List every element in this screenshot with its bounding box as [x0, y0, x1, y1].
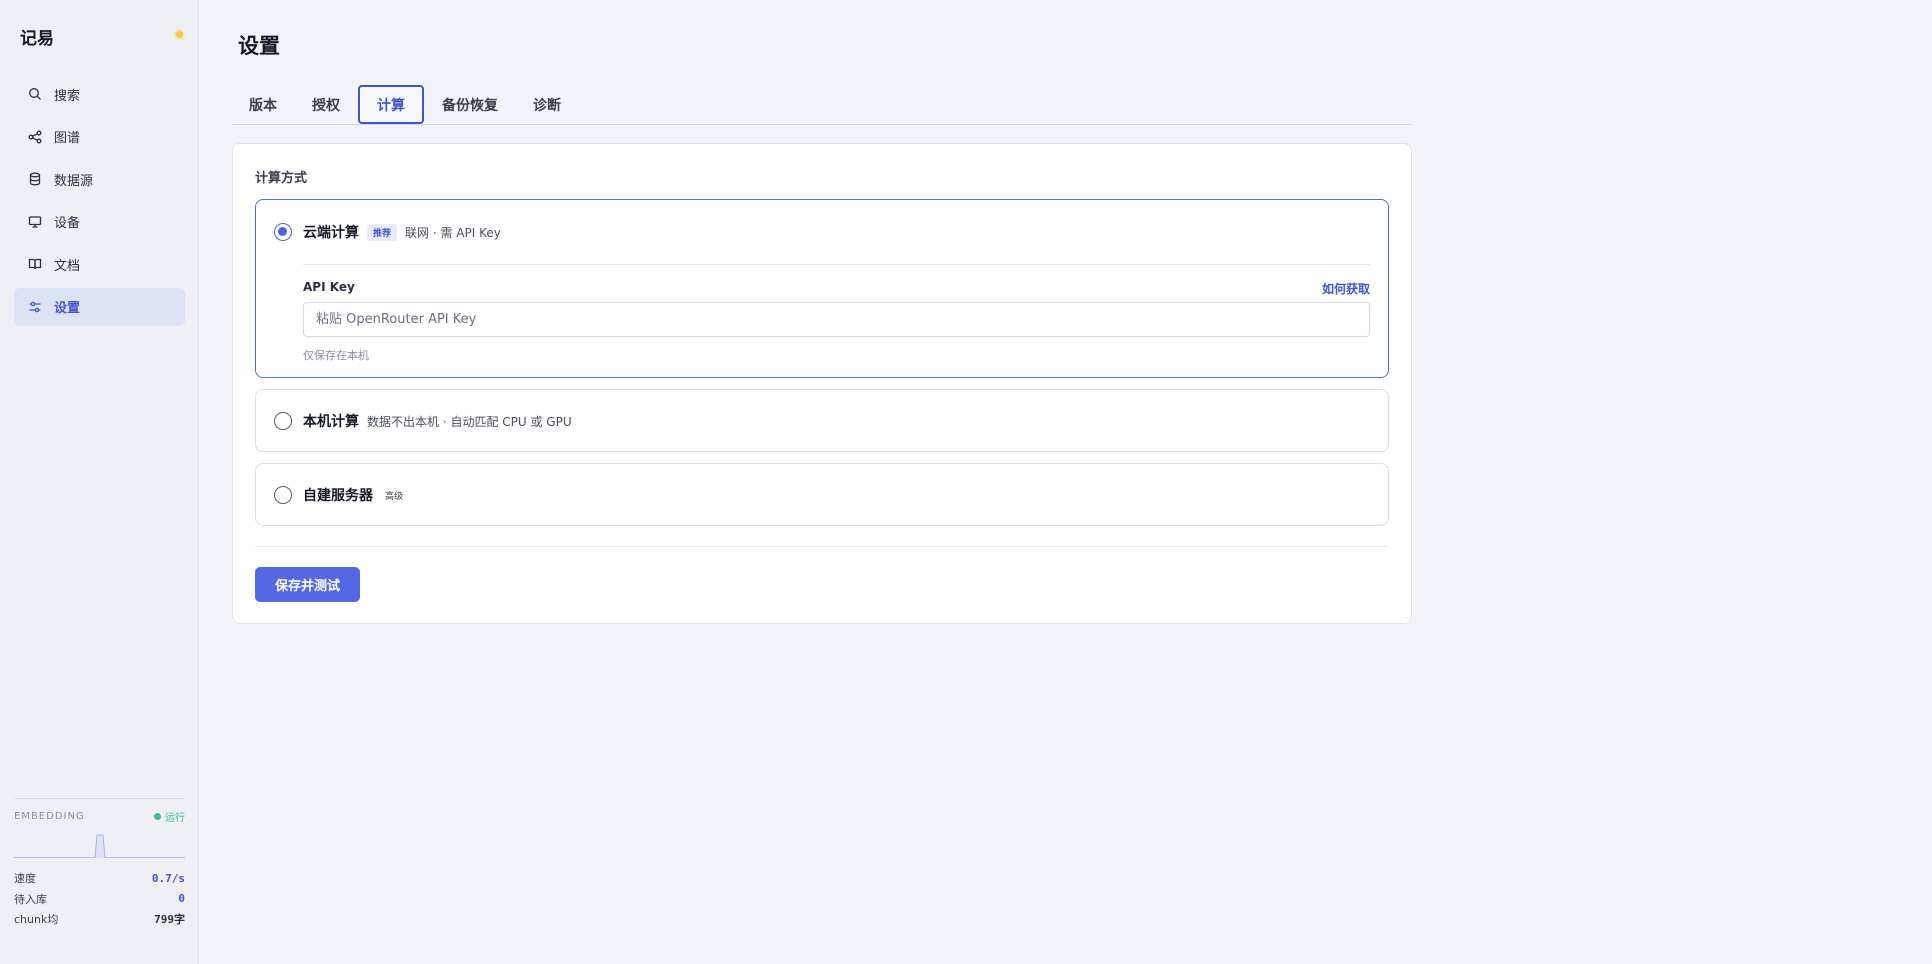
sidebar-item-label: 设备: [54, 216, 81, 231]
sidebar-item-label: 设置: [54, 301, 81, 316]
option-desc: 联网 · 需 API Key: [405, 225, 501, 240]
stat-chunk-avg: chunk均 799字: [14, 913, 185, 927]
sidebar-item-search[interactable]: 搜索: [14, 75, 185, 113]
sidebar-item-devices[interactable]: 设备: [14, 203, 185, 241]
app-name: 记易: [20, 29, 54, 49]
sidebar-item-datasource[interactable]: 数据源: [14, 160, 185, 198]
tab-license[interactable]: 授权: [295, 85, 357, 124]
embedding-sparkline: [14, 832, 185, 858]
book-icon: [28, 257, 42, 271]
settings-tabs: 版本 授权 计算 备份恢复 诊断: [232, 85, 1412, 125]
embedding-panel: EMBEDDING 运行 速度 0.7/s 待入库 0 chunk均 799字: [14, 798, 185, 930]
section-label: 计算方式: [255, 171, 308, 186]
search-icon: [28, 87, 42, 101]
tab-version[interactable]: 版本: [232, 85, 294, 124]
embedding-status: 运行: [154, 809, 185, 824]
option-local[interactable]: 本机计算 数据不出本机 · 自动匹配 CPU 或 GPU: [255, 389, 1389, 452]
sidebar-item-label: 图谱: [54, 131, 81, 146]
option-name: 本机计算: [303, 414, 359, 430]
tab-compute[interactable]: 计算: [358, 85, 424, 124]
sliders-icon: [28, 300, 42, 314]
option-name: 自建服务器: [303, 488, 373, 504]
save-and-test-button[interactable]: 保存并测试: [255, 567, 360, 602]
sidebar-item-settings[interactable]: 设置: [14, 287, 185, 326]
advanced-badge: 高级: [385, 491, 404, 502]
sidebar-item-docs[interactable]: 文档: [14, 245, 185, 283]
embedding-title: EMBEDDING: [14, 811, 85, 822]
option-self-hosted[interactable]: 自建服务器 高级: [255, 463, 1389, 526]
sidebar-nav: 搜索 图谱 数据源 设备 文档 设置: [14, 75, 185, 330]
api-key-label: API Key: [303, 280, 355, 294]
stat-speed: 速度 0.7/s: [14, 871, 185, 886]
monitor-icon: [28, 215, 42, 229]
sidebar-item-label: 文档: [54, 258, 81, 274]
tab-backup[interactable]: 备份恢复: [425, 85, 515, 124]
status-text: 运行: [165, 813, 185, 824]
api-key-section: API Key 如何获取 仅保存在本机: [303, 264, 1370, 363]
database-icon: [28, 172, 42, 186]
stat-pending: 待入库 0: [14, 892, 185, 906]
option-cloud[interactable]: 云端计算 推荐 联网 · 需 API Key API Key 如何获取 仅保存在…: [255, 199, 1389, 378]
radio-local[interactable]: [274, 412, 292, 430]
divider: [255, 546, 1389, 547]
sidebar: 记易 搜索 图谱 数据源 设备 文档 设置 EMBEDDING 运行 速度 0.…: [0, 0, 199, 964]
option-name: 云端计算: [303, 225, 359, 241]
recommended-badge: 推荐: [367, 223, 398, 241]
sidebar-item-label: 数据源: [54, 173, 94, 189]
sidebar-item-label: 搜索: [54, 88, 81, 104]
theme-toggle-icon[interactable]: [176, 31, 183, 38]
compute-card: 计算方式 云端计算 推荐 联网 · 需 API Key API Key 如何获取…: [232, 143, 1412, 624]
radio-self-hosted[interactable]: [274, 486, 292, 504]
page-title: 设置: [238, 34, 280, 58]
status-dot-icon: [154, 813, 161, 820]
api-key-input[interactable]: [303, 302, 1370, 337]
radio-cloud[interactable]: [274, 223, 292, 241]
api-key-hint: 仅保存在本机: [303, 349, 369, 362]
option-desc: 数据不出本机 · 自动匹配 CPU 或 GPU: [367, 414, 572, 429]
graph-icon: [28, 130, 42, 144]
sidebar-item-graph[interactable]: 图谱: [14, 118, 185, 156]
tab-diagnostics[interactable]: 诊断: [516, 85, 578, 124]
how-to-get-link[interactable]: 如何获取: [1322, 280, 1370, 297]
